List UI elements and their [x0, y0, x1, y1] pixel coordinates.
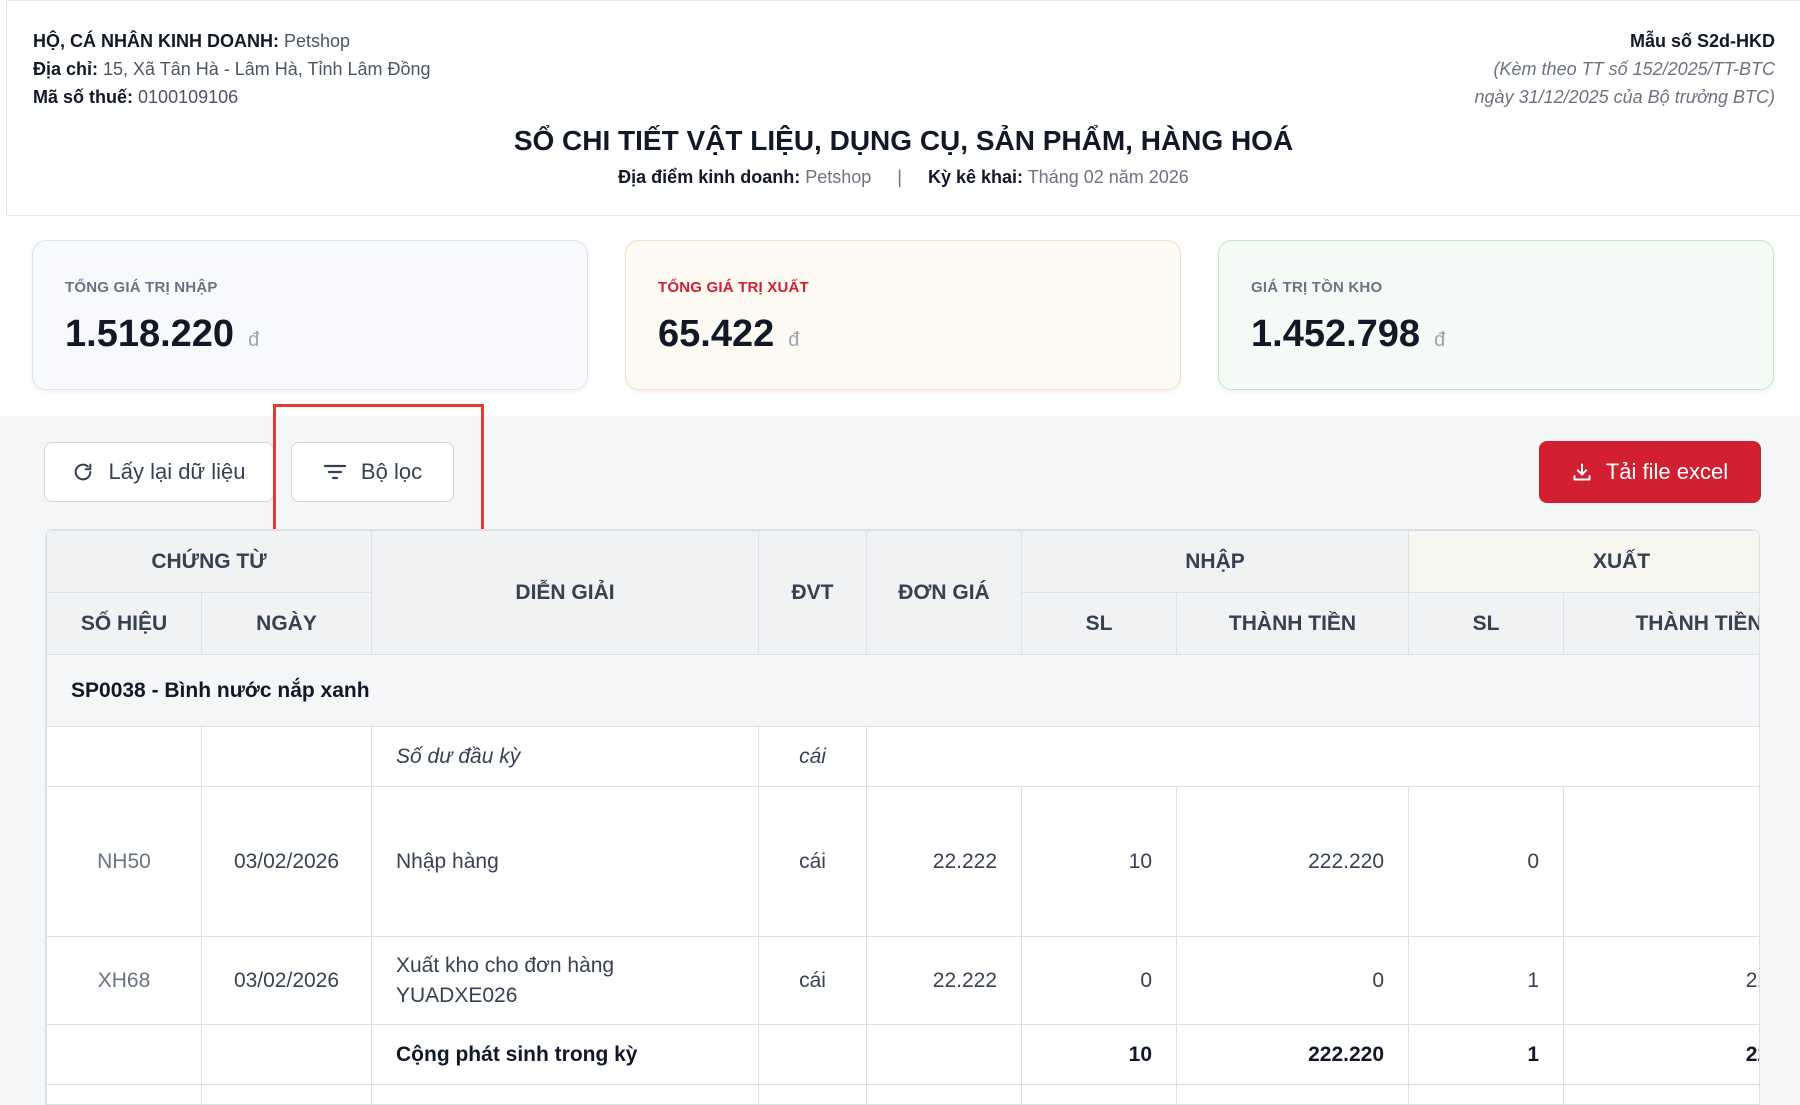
- total-in-amount: 222.220: [1175, 1024, 1410, 1085]
- header-nhap: NHẬP: [1020, 530, 1410, 593]
- period-value: Tháng 02 năm 2026: [1027, 167, 1189, 187]
- row-in-amount: 222.220: [1175, 786, 1410, 937]
- total-import-label: TỔNG GIÁ TRỊ NHẬP: [65, 279, 218, 296]
- table-row: XH68 03/02/2026 Xuất kho cho đơn hàng YUA…: [46, 936, 1759, 1025]
- stock-value-card: GIÁ TRỊ TỒN KHO 1.452.798 đ: [1218, 240, 1774, 390]
- doc-code: XH68: [46, 936, 202, 1025]
- total-export-card: TỔNG GIÁ TRỊ XUẤT 65.422 đ: [625, 240, 1181, 390]
- separator: |: [897, 167, 902, 187]
- tax-code: 0100109106: [138, 87, 239, 107]
- total-desc: Cộng phát sinh trong kỳ: [371, 1024, 759, 1085]
- header-ngay: NGÀY: [201, 592, 372, 655]
- location-value: Petshop: [805, 167, 872, 187]
- product-group-title: SP0038 - Bình nước nắp xanh: [46, 654, 1759, 727]
- filter-button[interactable]: Bộ lọc: [291, 442, 454, 502]
- row-desc-order: YUADXE026: [396, 983, 518, 1007]
- row-desc: Nhập hàng: [371, 786, 759, 937]
- row-price: 22.222: [866, 786, 1022, 937]
- header-nhap-thanh-tien: THÀNH TIỀN: [1175, 592, 1410, 655]
- row-unit: cái: [758, 786, 867, 937]
- row-desc: Xuất kho cho đơn hàng: [396, 953, 615, 977]
- row-in-amount: 0: [1175, 936, 1410, 1025]
- row-price: 22.222: [866, 936, 1022, 1025]
- download-excel-button[interactable]: Tải file excel: [1539, 441, 1761, 503]
- total-in-qty: 10: [1021, 1024, 1177, 1085]
- summary-cards: TỔNG GIÁ TRỊ NHẬP 1.518.220 đ TỔNG GIÁ TR…: [0, 216, 1800, 416]
- stock-value: 1.452.798: [1251, 313, 1421, 355]
- row-unit: cái: [758, 936, 867, 1025]
- filter-icon: [323, 462, 347, 482]
- total-out-amount: 22.222: [1563, 1024, 1759, 1085]
- business-name: Petshop: [284, 31, 351, 51]
- download-excel-label: Tải file excel: [1605, 459, 1729, 484]
- address-line: Địa chỉ: 15, Xã Tân Hà - Lâm Hà, Tỉnh Lâ…: [33, 59, 431, 79]
- inventory-ledger-table: CHỨNG TỪ DIỄN GIẢI ĐVT ĐƠN GIÁ NHẬP XUẤT…: [45, 529, 1760, 1105]
- page-title: SỔ CHI TIẾT VẬT LIỆU, DỤNG CỤ, SẢN PHẨM,…: [513, 125, 1294, 156]
- refresh-icon: [72, 461, 94, 483]
- total-row: Cộng phát sinh trong kỳ 10 222.220 1 22.…: [46, 1024, 1759, 1085]
- form-note-2: ngày 31/12/2025 của Bộ trưởng BTC): [1474, 87, 1775, 107]
- header-nhap-sl: SL: [1021, 592, 1177, 655]
- total-import-value: 1.518.220: [65, 313, 235, 355]
- document-subtitle: Địa điểm kinh doanh: Petshop | Kỳ kê khai:…: [618, 167, 1189, 187]
- stock-value-label: GIÁ TRỊ TỒN KHO: [1251, 279, 1383, 296]
- header-dvt: ĐVT: [758, 530, 867, 655]
- currency-symbol: đ: [248, 329, 260, 351]
- total-export-label: TỔNG GIÁ TRỊ XUẤT: [658, 279, 809, 296]
- currency-symbol: đ: [1434, 329, 1446, 351]
- table-row: NH50 03/02/2026 Nhập hàng cái 22.222 10 …: [46, 786, 1759, 937]
- content-area: Lấy lại dữ liệu Bộ lọc Tải file excel CH…: [0, 404, 1800, 1105]
- reload-data-button[interactable]: Lấy lại dữ liệu: [44, 442, 274, 502]
- opening-desc: Số dư đầu kỳ: [371, 726, 759, 787]
- business-info: HỘ, CÁ NHÂN KINH DOANH: Petshop Địa chỉ:…: [33, 27, 431, 111]
- header-dien-giai: DIỄN GIẢI: [371, 530, 759, 655]
- row-in-qty: 10: [1021, 786, 1177, 937]
- row-out-amount: 22.222: [1563, 936, 1759, 1025]
- form-info: Mẫu số S2d-HKD (Kèm theo TT số 152/2025/…: [1475, 27, 1775, 111]
- row-out-amount: [1563, 786, 1759, 937]
- doc-date: 03/02/2026: [201, 936, 372, 1025]
- address: 15, Xã Tân Hà - Lâm Hà, Tỉnh Lâm Đồng: [103, 59, 431, 79]
- opening-balance-row: Số dư đầu kỳ cái: [46, 726, 1759, 787]
- download-icon: [1572, 462, 1592, 482]
- total-import-card: TỔNG GIÁ TRỊ NHẬP 1.518.220 đ: [32, 240, 588, 390]
- header-xuat-thanh-tien: THÀNH TIỀN: [1563, 592, 1759, 655]
- total-export-value: 65.422: [658, 313, 775, 355]
- form-code: Mẫu số S2d-HKD: [1629, 31, 1775, 51]
- opening-unit: cái: [758, 726, 867, 787]
- business-name-line: HỘ, CÁ NHÂN KINH DOANH: Petshop: [33, 31, 351, 51]
- row-out-qty: 1: [1408, 936, 1565, 1025]
- product-group-row: SP0038 - Bình nước nắp xanh: [46, 654, 1759, 727]
- total-out-qty: 1: [1408, 1024, 1565, 1085]
- header-xuat-sl: SL: [1408, 592, 1565, 655]
- doc-code: NH50: [46, 786, 202, 937]
- row-in-qty: 0: [1021, 936, 1177, 1025]
- doc-date: 03/02/2026: [201, 786, 372, 937]
- tax-code-line: Mã số thuế: 0100109106: [33, 87, 239, 107]
- row-out-qty: 0: [1408, 786, 1565, 937]
- header-so-hieu: SỐ HIỆU: [46, 592, 202, 655]
- table-row-partial: [46, 1084, 1759, 1104]
- header-chung-tu: CHỨNG TỪ: [46, 530, 372, 593]
- currency-symbol: đ: [788, 329, 800, 351]
- form-note-1: (Kèm theo TT số 152/2025/TT-BTC: [1493, 59, 1775, 79]
- reload-data-label: Lấy lại dữ liệu: [108, 459, 246, 484]
- filter-label: Bộ lọc: [360, 459, 423, 484]
- header-don-gia: ĐƠN GIÁ: [866, 530, 1022, 655]
- document-header: HỘ, CÁ NHÂN KINH DOANH: Petshop Địa chỉ:…: [6, 0, 1800, 216]
- header-xuat: XUẤT: [1408, 530, 1759, 593]
